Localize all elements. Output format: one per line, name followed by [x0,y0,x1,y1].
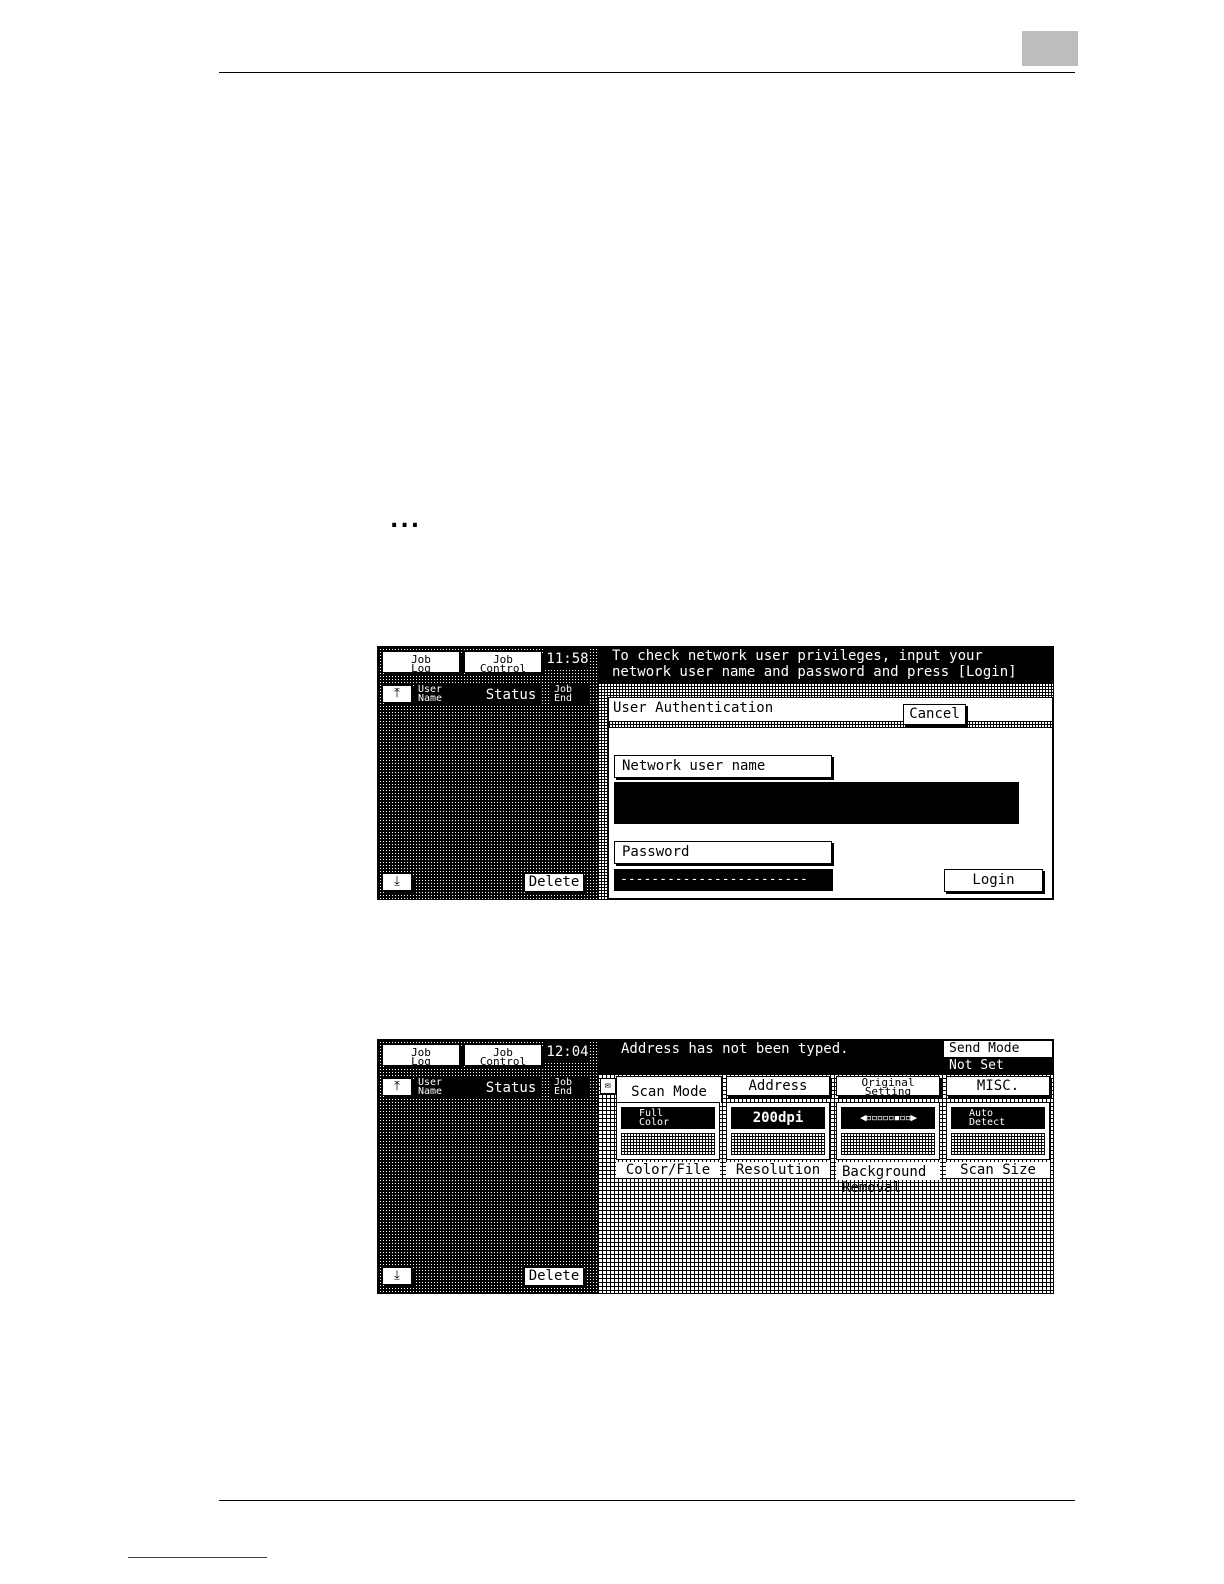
job-list-panel [378,1076,598,1293]
user-authentication-dialog: User Authentication Cancel Network user … [608,697,1053,899]
message-bar: To check network user privileges, input … [598,647,1053,683]
tile-base [841,1133,935,1155]
tile-base [731,1133,825,1155]
scroll-top-icon: ⤒ [394,686,400,701]
tab-address[interactable]: Address [726,1076,830,1096]
scan-settings-screen: Job Log Job Control 12:04 Address has no… [377,1039,1054,1294]
message-line-2: network user name and password and press… [612,664,1017,680]
user-authentication-screen: Job Log Job Control 11:58 To check netwo… [377,646,1054,900]
scroll-bottom-button[interactable]: ⤓ [382,873,412,891]
tab-scan-mode[interactable]: Scan Mode [616,1076,722,1103]
message-text: Address has not been typed. [621,1041,849,1057]
scroll-bottom-button[interactable]: ⤓ [382,1267,412,1285]
job-list-panel [378,683,598,899]
send-mode-value: Not Set [944,1057,1052,1074]
scroll-top-button[interactable]: ⤒ [382,1078,412,1096]
setting-tile-background-removal[interactable]: ◀▫▫▫▫▫▪▫▫▶ [836,1102,940,1160]
chapter-tab-marker [1022,31,1078,66]
color-file-value: Full Color [621,1107,715,1129]
column-status: Status [482,1078,540,1098]
message-line-1: To check network user privileges, input … [612,648,983,664]
column-user-name: User Name [416,685,480,705]
column-job-end: Job End [550,1078,590,1098]
tab-original-setting[interactable]: Original Setting [836,1076,940,1097]
background-removal-level-icon: ◀▫▫▫▫▫▪▫▫▶ [841,1107,935,1129]
setting-tile-scan-size[interactable]: Auto Detect [946,1102,1050,1160]
column-user-name: User Name [416,1078,480,1098]
tile-base [951,1133,1045,1155]
scan-size-caption: Scan Size [946,1162,1050,1178]
header-rule [219,72,1075,73]
clock: 11:58 [545,648,590,670]
delete-button[interactable]: Delete [524,1267,584,1286]
network-user-name-button[interactable]: Network user name [614,755,832,778]
clock: 12:04 [545,1041,590,1063]
column-job-end: Job End [550,685,590,705]
job-control-button[interactable]: Job Control [464,1044,542,1067]
ellipsis-marker: ... [390,508,422,533]
tab-misc[interactable]: MISC. [946,1076,1050,1096]
scroll-top-button[interactable]: ⤒ [382,685,412,703]
background-removal-caption: Background Removal [836,1162,940,1196]
footer-link-line [128,1557,267,1558]
resolution-caption: Resolution [726,1162,830,1178]
cancel-button[interactable]: Cancel [903,704,966,725]
password-button[interactable]: Password [614,841,832,864]
scroll-bottom-icon: ⤓ [394,874,400,889]
login-button[interactable]: Login [944,869,1043,892]
color-file-caption: Color/File [616,1162,720,1178]
network-user-name-field[interactable] [614,782,1019,824]
job-control-button[interactable]: Job Control [464,651,542,674]
column-status: Status [482,685,540,705]
send-mode-label: Send Mode [949,1041,1020,1056]
scroll-top-icon: ⤒ [394,1079,400,1094]
dialog-title-divider [609,721,1052,728]
scroll-bottom-icon: ⤓ [394,1268,400,1283]
fax-icon: ✉ [600,1078,616,1094]
delete-button[interactable]: Delete [524,873,584,892]
setting-tile-color-file[interactable]: Full Color [616,1102,720,1160]
scan-size-value: Auto Detect [951,1107,1045,1129]
footer-rule [219,1500,1075,1501]
send-mode-box: Send Mode Not Set [943,1040,1053,1075]
password-field[interactable]: ------------------------ [614,869,833,891]
dialog-title: User Authentication [613,700,774,716]
tile-base [621,1133,715,1155]
job-log-button[interactable]: Job Log [382,651,460,674]
setting-tile-resolution[interactable]: 200dpi [726,1102,830,1160]
job-log-button[interactable]: Job Log [382,1044,460,1067]
resolution-value: 200dpi [731,1107,825,1129]
